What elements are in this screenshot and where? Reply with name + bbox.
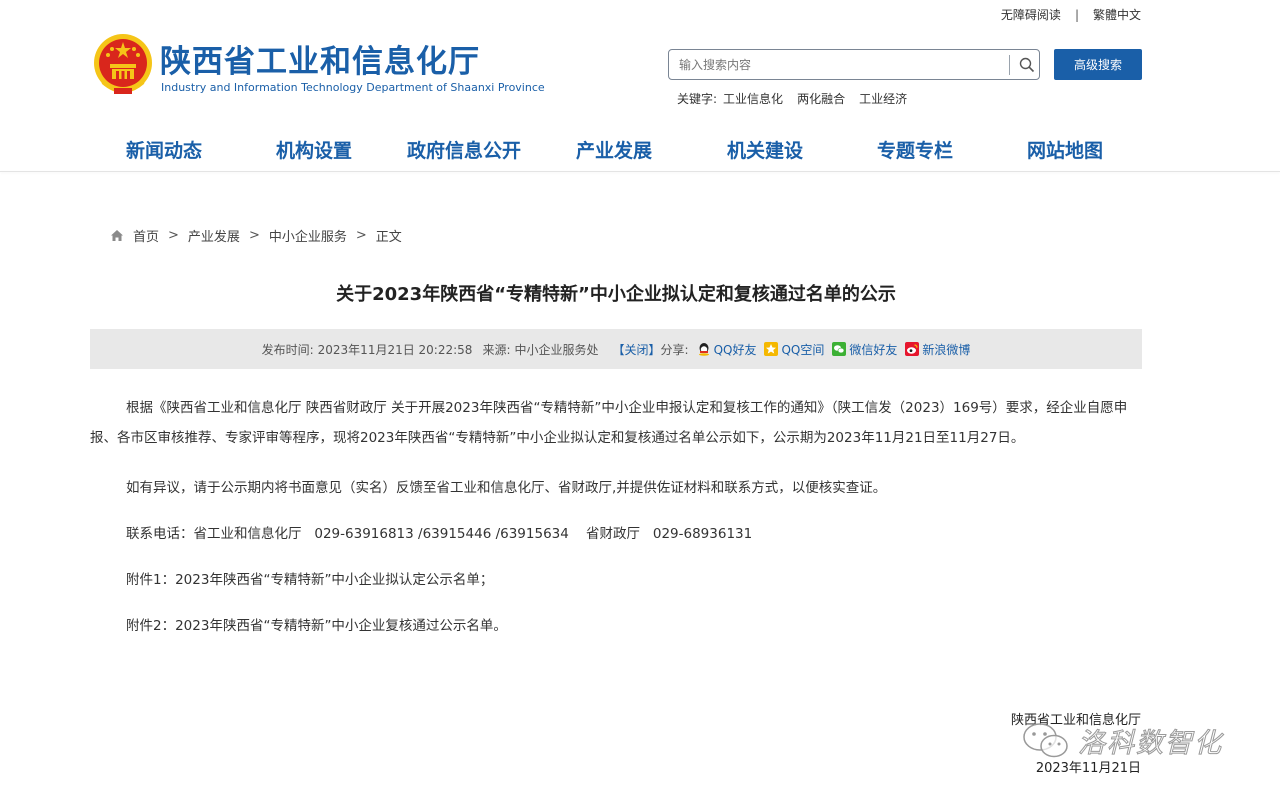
- published-label: 发布时间:: [261, 342, 314, 357]
- share-qq-friend[interactable]: QQ好友: [697, 341, 757, 358]
- home-icon: [111, 230, 123, 241]
- national-emblem-icon: [94, 34, 152, 94]
- share-wechat[interactable]: 微信好友: [832, 341, 897, 358]
- article-meta-bar: 发布时间: 2023年11月21日 20:22:58 来源: 中小企业服务处 【…: [90, 329, 1142, 369]
- traditional-chinese-link[interactable]: 繁體中文: [1093, 6, 1141, 23]
- nav-item-sitemap[interactable]: 网站地图: [1027, 136, 1103, 163]
- published-time: 2023年11月21日 20:22:58: [317, 342, 473, 357]
- breadcrumb-current: 正文: [375, 230, 402, 245]
- breadcrumb-industry[interactable]: 产业发展: [188, 226, 240, 245]
- accessible-reading-link[interactable]: 无障碍阅读: [1001, 6, 1061, 23]
- close-link[interactable]: 【关闭】: [613, 341, 661, 358]
- article-paragraph: 附件2：2023年陕西省“专精特新”中小企业复核通过公示名单。: [126, 618, 507, 634]
- advanced-search-button[interactable]: 高级搜索: [1054, 49, 1142, 80]
- nav-item-special-topics[interactable]: 专题专栏: [877, 136, 953, 163]
- breadcrumb-separator: >: [248, 228, 260, 243]
- qzone-icon: [764, 342, 779, 356]
- qq-icon: [698, 343, 709, 356]
- search-box: [668, 49, 1040, 80]
- share-weibo[interactable]: 新浪微博: [905, 341, 970, 358]
- nav-item-news[interactable]: 新闻动态: [126, 136, 202, 163]
- share-weibo-label: 新浪微博: [922, 342, 971, 357]
- search-divider: [1009, 55, 1010, 75]
- share-qzone-label: QQ空间: [781, 342, 825, 357]
- utility-links: 无障碍阅读 | 繁體中文: [1001, 6, 1141, 23]
- site-title[interactable]: 陕西省工业和信息化厅: [160, 36, 480, 81]
- site-subtitle: Industry and Information Technology Depa…: [161, 81, 545, 94]
- breadcrumb-separator: >: [355, 228, 367, 243]
- source-value: 中小企业服务处: [514, 342, 599, 357]
- wechat-watermark-icon: [1023, 723, 1068, 758]
- breadcrumb-home[interactable]: 首页: [133, 226, 159, 245]
- breadcrumb-separator: >: [168, 228, 179, 243]
- article-paragraph: 根据《陕西省工业和信息化厅 陕西省财政厅 关于开展2023年陕西省“专精特新”中…: [90, 400, 1128, 446]
- nav-item-party-building[interactable]: 机关建设: [727, 136, 803, 163]
- nav-item-industry[interactable]: 产业发展: [576, 136, 652, 163]
- article-title: 关于2023年陕西省“专精特新”中小企业拟认定和复核通过名单的公示: [336, 284, 896, 305]
- share-wechat-label: 微信好友: [849, 342, 898, 357]
- nav-item-organization[interactable]: 机构设置: [276, 136, 352, 163]
- keyword-link[interactable]: 工业信息化: [723, 90, 783, 107]
- share-label: 分享:: [660, 342, 689, 357]
- nav-item-gov-info[interactable]: 政府信息公开: [407, 136, 521, 163]
- search-icon: [1019, 57, 1035, 73]
- source-label: 来源:: [482, 342, 511, 357]
- article-paragraph: 附件1：2023年陕西省“专精特新”中小企业拟认定公示名单；: [126, 572, 494, 588]
- watermark: 洛科数智化: [1020, 720, 1223, 760]
- keyword-link[interactable]: 工业经济: [859, 90, 907, 107]
- utility-separator: |: [1074, 7, 1079, 22]
- keywords-label: 关键字:: [677, 92, 718, 106]
- wechat-icon: [832, 342, 847, 356]
- article-paragraph: 如有异议，请于公示期内将书面意见（实名）反馈至省工业和信息化厅、省财政厅,并提供…: [126, 480, 887, 496]
- nav-divider: [0, 171, 1280, 172]
- weibo-icon: [905, 342, 920, 356]
- breadcrumb-sme-service[interactable]: 中小企业服务: [269, 226, 347, 245]
- breadcrumb: 首页 > 产业发展 > 中小企业服务 > 正文: [110, 226, 402, 245]
- search-input[interactable]: [679, 56, 999, 74]
- share-qq-friend-label: QQ好友: [713, 342, 757, 357]
- search-button[interactable]: [1015, 53, 1039, 77]
- watermark-text: 洛科数智化: [1078, 727, 1223, 759]
- article-paragraph: 联系电话：省工业和信息化厅 029-63916813 /63915446 /63…: [126, 526, 753, 542]
- keyword-link[interactable]: 两化融合: [797, 90, 845, 107]
- share-qzone[interactable]: QQ空间: [764, 341, 824, 358]
- search-keywords: 关键字: 工业信息化 两化融合 工业经济: [677, 90, 907, 107]
- main-nav: 新闻动态 机构设置 政府信息公开 产业发展 机关建设 专题专栏 网站地图: [90, 136, 1142, 162]
